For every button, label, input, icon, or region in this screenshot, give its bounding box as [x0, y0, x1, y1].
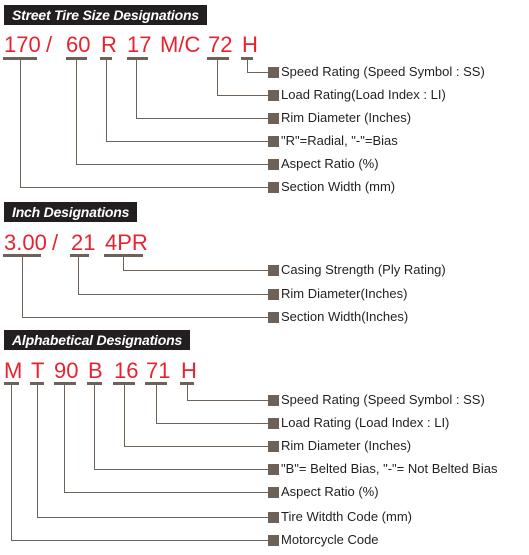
- label-aspect-ratio: Aspect Ratio (%): [281, 156, 379, 171]
- bullet-square-icon: [268, 265, 279, 276]
- connector: [22, 317, 269, 318]
- label-section-width: Section Width (mm): [281, 179, 396, 194]
- connector: [136, 118, 269, 119]
- connector: [123, 257, 124, 270]
- bullet-square-icon: [268, 67, 279, 78]
- connector: [94, 385, 95, 469]
- label-load-rating: Load Rating(Load Index : LI): [281, 87, 446, 102]
- code-motorcycle: M/C: [160, 32, 201, 57]
- connector: [11, 540, 269, 541]
- code-rim-diameter: 16: [114, 358, 139, 383]
- connector: [217, 60, 218, 95]
- code-speed-symbol: H: [181, 358, 197, 383]
- bullet-square-icon: [268, 441, 279, 452]
- code-load-index: 71: [146, 358, 171, 383]
- code-motorcycle: M: [4, 358, 23, 383]
- bullet-square-icon: [268, 182, 279, 193]
- bullet-square-icon: [268, 312, 279, 323]
- label-construction: "R"=Radial, "-"=Bias: [281, 133, 398, 148]
- code-load-index: 72: [208, 32, 233, 57]
- connector: [124, 385, 125, 446]
- connector: [37, 385, 38, 517]
- code-rim-diameter: 21: [71, 230, 96, 255]
- label-aspect-ratio: Aspect Ratio (%): [281, 484, 379, 499]
- bullet-square-icon: [268, 535, 279, 546]
- connector: [106, 60, 107, 141]
- label-casing-strength: Casing Strength (Ply Rating): [281, 262, 446, 277]
- connector: [20, 60, 21, 187]
- code-section-width: 3.00: [4, 230, 47, 255]
- code-separator: /: [52, 230, 59, 255]
- code-tire-width: T: [31, 358, 45, 383]
- connector: [64, 492, 269, 493]
- connector: [22, 257, 23, 317]
- bullet-square-icon: [268, 113, 279, 124]
- section-header-alphabetical: Alphabetical Designations: [4, 330, 191, 350]
- connector: [20, 187, 269, 188]
- underline: [127, 57, 148, 60]
- code-aspect-ratio: 90: [54, 358, 79, 383]
- connector: [187, 385, 188, 400]
- connector: [106, 141, 269, 142]
- section-header-inch: Inch Designations: [4, 202, 138, 222]
- label-section-width: Section Width(Inches): [281, 309, 409, 324]
- code-section-width: 170: [4, 32, 41, 57]
- label-motorcycle-code: Motorcycle Code: [281, 532, 379, 547]
- section-header-street: Street Tire Size Designations: [4, 5, 207, 25]
- connector: [64, 385, 65, 492]
- bullet-square-icon: [268, 487, 279, 498]
- bullet-square-icon: [268, 159, 279, 170]
- code-construction: R: [101, 32, 117, 57]
- connector: [217, 95, 269, 96]
- code-speed-symbol: H: [242, 32, 258, 57]
- underline: [207, 57, 229, 60]
- connector: [123, 270, 269, 271]
- connector: [78, 294, 269, 295]
- label-rim-diameter: Rim Diameter (Inches): [281, 110, 412, 125]
- connector: [247, 72, 269, 73]
- underline: [70, 254, 89, 257]
- label-load-rating: Load Rating (Load Index : LI): [281, 415, 450, 430]
- connector: [136, 60, 137, 118]
- connector: [247, 60, 248, 72]
- bullet-square-icon: [268, 418, 279, 429]
- code-aspect-ratio: 60: [66, 32, 91, 57]
- connector: [124, 446, 269, 447]
- underline: [54, 382, 76, 385]
- connector: [76, 164, 269, 165]
- bullet-square-icon: [268, 512, 279, 523]
- bullet-square-icon: [268, 136, 279, 147]
- code-ply-rating: 4PR: [105, 230, 148, 255]
- label-tire-width: Tire Witdth Code (mm): [281, 509, 412, 524]
- bullet-square-icon: [268, 289, 279, 300]
- connector: [78, 257, 79, 294]
- connector: [156, 385, 157, 423]
- label-speed-rating: Speed Rating (Speed Symbol : SS): [281, 64, 485, 79]
- code-rim-diameter: 17: [127, 32, 152, 57]
- connector: [37, 517, 269, 518]
- label-rim-diameter: Rim Diameter(Inches): [281, 286, 408, 301]
- label-speed-rating: Speed Rating (Speed Symbol : SS): [281, 392, 485, 407]
- connector: [11, 385, 12, 540]
- connector: [76, 60, 77, 164]
- code-separator: /: [46, 32, 53, 57]
- bullet-square-icon: [268, 90, 279, 101]
- connector: [187, 400, 269, 401]
- bullet-square-icon: [268, 395, 279, 406]
- label-construction: "B"= Belted Bias, "-"= Not Belted Bias: [281, 461, 498, 476]
- connector: [156, 423, 269, 424]
- label-rim-diameter: Rim Diameter (Inches): [281, 438, 412, 453]
- bullet-square-icon: [268, 464, 279, 475]
- connector: [94, 469, 269, 470]
- code-construction: B: [88, 358, 103, 383]
